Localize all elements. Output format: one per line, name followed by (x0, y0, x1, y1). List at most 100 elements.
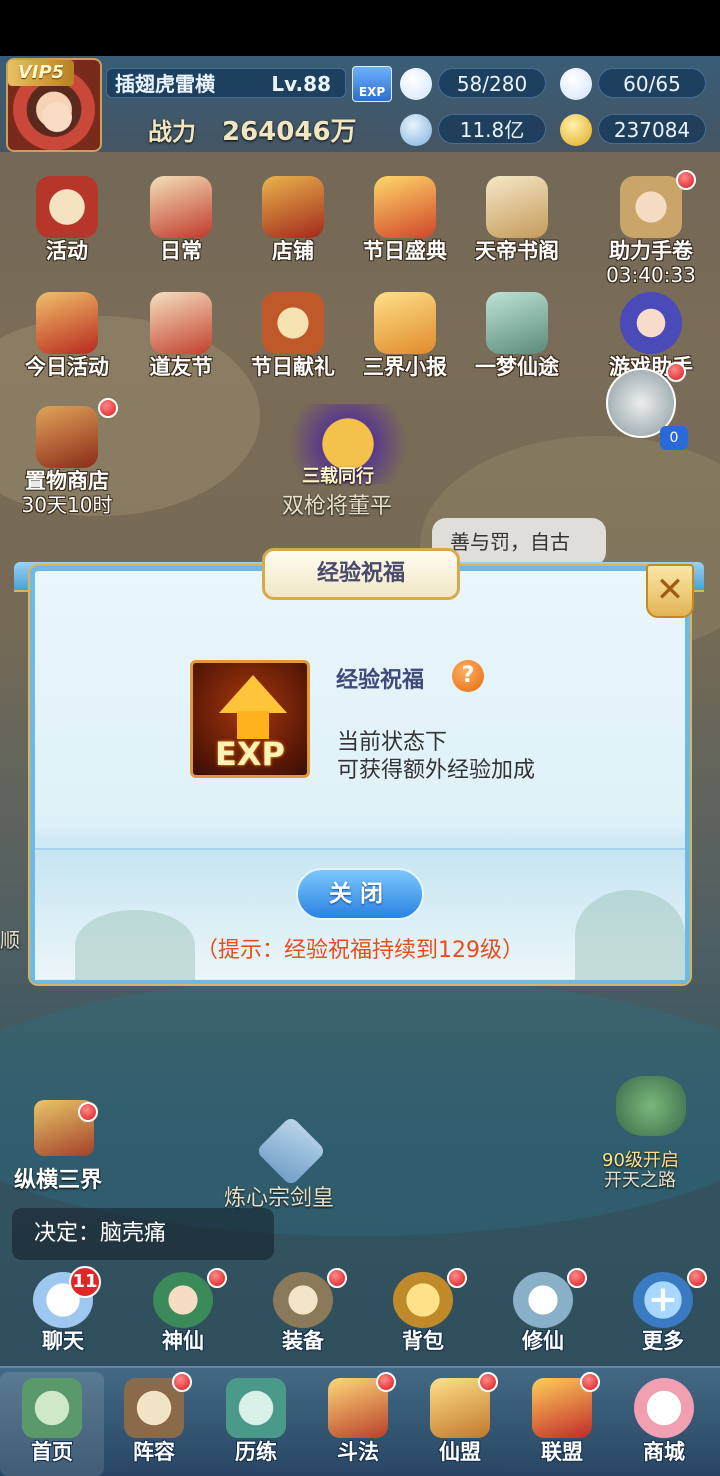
shop-icon (262, 176, 324, 238)
money-bag-icon (262, 292, 324, 354)
player-name-plate[interactable]: 插翅虎雷横 Lv.88 (106, 68, 346, 98)
flag-icon (36, 292, 98, 354)
diamond-value[interactable]: 11.8亿 (438, 114, 546, 144)
tab-store[interactable]: 商城 (612, 1372, 716, 1476)
power-label: 战力 (148, 118, 196, 146)
energy-value[interactable]: 60/65 (598, 68, 706, 98)
assistant-girl-icon (620, 292, 682, 354)
taiji-icon (124, 1372, 192, 1438)
pavilion-icon (36, 398, 118, 468)
bg-sea (0, 976, 720, 1236)
stamina-value[interactable]: 58/280 (438, 68, 546, 98)
activity-label: 三界小报 (363, 355, 447, 379)
activity-gift[interactable]: 节日献礼 (238, 292, 348, 380)
tab-duel[interactable]: 斗法 (306, 1372, 410, 1476)
bag-button[interactable]: 背包 (368, 1268, 478, 1354)
gold-ingot-icon (560, 114, 592, 146)
more-button[interactable]: + 更多 (608, 1268, 718, 1354)
tab-home[interactable]: 首页 (0, 1372, 104, 1476)
activity-label: 节日献礼 (251, 355, 335, 379)
activity-daoyou[interactable]: 道友节 (126, 292, 236, 380)
drum-icon (36, 176, 98, 238)
immortal-figure-icon (153, 1268, 227, 1328)
tab-label: 阵容 (133, 1440, 175, 1464)
armor-icon (273, 1268, 347, 1328)
diamond-icon (400, 114, 432, 146)
avatar-face (42, 102, 72, 132)
home-island-icon (22, 1378, 82, 1438)
close-button[interactable]: 关闭 (296, 868, 424, 920)
activity-library[interactable]: 天帝书阁 (462, 176, 572, 264)
immortal-button[interactable]: 神仙 (128, 1268, 238, 1354)
chat-unread-badge: 11 (69, 1266, 101, 1298)
activity-label: 置物商店 (25, 469, 109, 493)
buff-name: 经验祝福 (336, 668, 425, 693)
player-name: 插翅虎雷横 (115, 72, 215, 96)
tab-label: 首页 (31, 1440, 73, 1464)
activity-label: 天帝书阁 (475, 239, 559, 263)
floating-island-icon[interactable] (616, 1076, 686, 1136)
temple-icon (430, 1372, 498, 1438)
activity-news[interactable]: 三界小报 (350, 292, 460, 380)
activity-game-assistant[interactable]: 游戏助手 (596, 292, 706, 380)
exp-buff-icon[interactable]: EXP (352, 66, 392, 102)
buff-description-line2: 可获得额外经验加成 (337, 758, 536, 783)
help-question-icon[interactable]: ? (452, 660, 484, 692)
tab-lineup[interactable]: 阵容 (102, 1372, 206, 1476)
activity-storage-shop[interactable]: 置物商店 30天10时 (12, 398, 122, 516)
activity-label: 道友节 (149, 355, 213, 379)
tab-label: 仙盟 (439, 1440, 481, 1464)
activity-label: 活动 (46, 239, 88, 263)
chat-button[interactable]: 11 聊天 (8, 1266, 118, 1354)
peach-icon (400, 68, 432, 100)
notification-dot (78, 1102, 98, 1122)
activity-label: 一梦仙途 (475, 355, 559, 379)
quick-button-label: 神仙 (162, 1329, 204, 1353)
activity-festival[interactable]: 节日盛典 (350, 176, 460, 264)
gift-box-icon (374, 176, 436, 238)
notification-dot (98, 398, 118, 418)
notification-dot (478, 1372, 498, 1392)
npc-name: 双枪将董平 (282, 494, 393, 519)
notification-dot (376, 1372, 396, 1392)
cat-mascot-icon (634, 1378, 694, 1438)
quick-button-label: 背包 (402, 1329, 444, 1353)
tab-guild[interactable]: 仙盟 (408, 1372, 512, 1476)
dialog-close-x-button[interactable]: ✕ (646, 564, 694, 618)
up-arrow-icon (219, 675, 287, 713)
activity-dream[interactable]: 一梦仙途 (462, 292, 572, 380)
tab-training[interactable]: 历练 (204, 1372, 308, 1476)
flame-icon (560, 68, 592, 100)
quick-button-label: 更多 (642, 1329, 684, 1353)
notification-dot (687, 1268, 707, 1288)
activity-today[interactable]: 今日活动 (12, 292, 122, 380)
activity-richang[interactable]: 日常 (126, 176, 236, 264)
activity-dianpu[interactable]: 店铺 (238, 176, 348, 264)
status-bar (0, 0, 720, 56)
notification-dot (580, 1372, 600, 1392)
announcement-bar[interactable]: 决定：脑壳痛 (12, 1208, 274, 1260)
crane-icon (513, 1268, 587, 1328)
quick-button-label: 聊天 (42, 1329, 84, 1353)
portal-name: 开天之路 (604, 1170, 676, 1191)
exp-icon-label: EXP (215, 735, 285, 773)
bag-icon (393, 1268, 467, 1328)
notification-dot (676, 170, 696, 190)
power-value: 264046万 (222, 117, 357, 147)
vip-badge[interactable]: VIP5 (8, 60, 74, 86)
notification-dot (447, 1268, 467, 1288)
newspaper-icon (374, 292, 436, 354)
anniversary-banner: 三载同行 (302, 466, 374, 487)
gold-value[interactable]: 237084 (598, 114, 706, 144)
notification-dot (207, 1268, 227, 1288)
notification-dot (666, 362, 686, 382)
cultivation-button[interactable]: 修仙 (488, 1268, 598, 1354)
activity-label: 助力手卷 (609, 239, 693, 263)
quick-button-label: 装备 (282, 1329, 324, 1353)
activity-label: 店铺 (272, 239, 314, 263)
zongheng-label: 纵横三界 (14, 1168, 103, 1193)
equipment-button[interactable]: 装备 (248, 1268, 358, 1354)
tab-alliance[interactable]: 联盟 (510, 1372, 614, 1476)
activity-helper-scroll[interactable]: 助力手卷 03:40:33 (596, 170, 706, 286)
activity-huodong[interactable]: 活动 (12, 176, 122, 264)
